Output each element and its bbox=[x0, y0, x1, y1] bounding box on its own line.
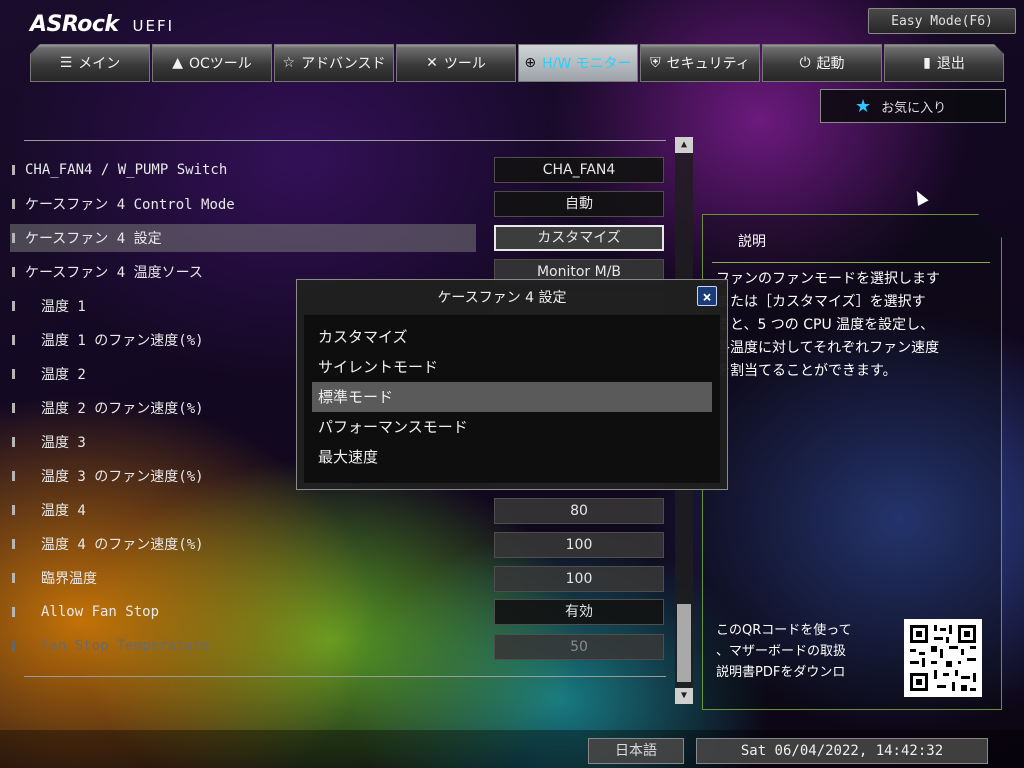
row-marker bbox=[12, 539, 15, 549]
tools-icon: ✕ bbox=[426, 55, 438, 71]
scroll-up-icon[interactable]: ▲ bbox=[675, 137, 693, 153]
setting-value-field[interactable]: 100 bbox=[494, 566, 664, 592]
row-marker bbox=[12, 573, 15, 583]
setting-value-button[interactable]: CHA_FAN4 bbox=[494, 157, 664, 183]
asrock-logo: ASRock UEFI bbox=[30, 12, 174, 37]
setting-label: 温度 1 のファン速度(%) bbox=[41, 333, 204, 349]
row-marker bbox=[12, 233, 15, 243]
rocket-icon: ▲ bbox=[172, 55, 183, 71]
setting-label: Allow Fan Stop bbox=[41, 604, 160, 620]
star-icon: ★ bbox=[855, 95, 872, 117]
tab-label: アドバンスド bbox=[301, 56, 386, 72]
mouse-cursor-icon bbox=[911, 188, 929, 206]
setting-label: ケースファン 4 温度ソース bbox=[25, 265, 203, 281]
row-marker bbox=[12, 403, 15, 413]
brand-name: ASRock bbox=[30, 12, 119, 37]
setting-row-selected[interactable]: ケースファン 4 設定 bbox=[10, 224, 476, 252]
setting-label: ケースファン 4 Control Mode bbox=[25, 197, 235, 213]
power-icon: ⏻ bbox=[799, 55, 811, 71]
star-outline-icon: ☆ bbox=[282, 55, 296, 71]
favorites-button[interactable]: ★ お気に入り bbox=[820, 89, 1006, 123]
target-icon: ⊕ bbox=[524, 55, 537, 71]
favorites-label: お気に入り bbox=[881, 100, 947, 116]
list-top-divider bbox=[24, 140, 666, 141]
row-marker bbox=[12, 301, 15, 311]
easy-mode-button[interactable]: Easy Mode(F6) bbox=[868, 8, 1016, 34]
setting-label: 温度 1 bbox=[41, 299, 86, 315]
row-marker bbox=[12, 199, 15, 209]
tab-exit[interactable]: ▮ 退出 bbox=[884, 44, 1004, 82]
setting-value-field[interactable]: 100 bbox=[494, 532, 664, 558]
tab-label: 起動 bbox=[816, 56, 845, 72]
datetime-display: Sat 06/04/2022, 14:42:32 bbox=[696, 738, 988, 764]
scroll-down-icon[interactable]: ▼ bbox=[675, 688, 693, 704]
row-marker bbox=[12, 335, 15, 345]
tab-main[interactable]: ☰ メイン bbox=[30, 44, 150, 82]
tab-label: セキュリティ bbox=[666, 56, 750, 72]
description-text: ファンのファンモードを選択します または［カスタマイズ］を選択す ると、5 つの… bbox=[716, 271, 940, 379]
setting-value-button[interactable]: 有効 bbox=[494, 599, 664, 625]
tab-security[interactable]: ⛨ セキュリティ bbox=[640, 44, 760, 82]
setting-row-disabled: Fan Stop Temperature bbox=[10, 632, 476, 660]
row-marker bbox=[12, 369, 15, 379]
tab-label: OCツール bbox=[188, 56, 252, 72]
list-icon: ☰ bbox=[59, 55, 73, 71]
setting-value-field-disabled: 50 bbox=[494, 634, 664, 660]
setting-value-button[interactable]: 自動 bbox=[494, 191, 664, 217]
row-marker bbox=[12, 505, 15, 515]
exit-door-icon: ▮ bbox=[923, 55, 931, 71]
popup-option[interactable]: パフォーマンスモード bbox=[312, 412, 712, 442]
row-marker bbox=[12, 471, 15, 481]
qr-code-icon bbox=[904, 619, 982, 697]
tab-label: ツール bbox=[443, 56, 486, 72]
setting-label: 温度 3 のファン速度(%) bbox=[41, 469, 204, 485]
setting-row[interactable]: Allow Fan Stop bbox=[10, 598, 476, 626]
tab-hw-monitor[interactable]: ⊕ H/W モニター bbox=[518, 44, 638, 82]
setting-label: 温度 2 のファン速度(%) bbox=[41, 401, 204, 417]
description-divider bbox=[712, 262, 990, 263]
setting-label: CHA_FAN4 / W_PUMP Switch bbox=[25, 162, 228, 178]
description-title: 説明 bbox=[738, 234, 766, 250]
close-icon[interactable]: × bbox=[697, 286, 717, 306]
shield-icon: ⛨ bbox=[650, 55, 661, 71]
setting-row[interactable]: 温度 4 のファン速度(%) bbox=[10, 530, 476, 558]
setting-label: Fan Stop Temperature bbox=[41, 638, 210, 654]
tab-oc-tweaker[interactable]: ▲ OCツール bbox=[152, 44, 272, 82]
tab-advanced[interactable]: ☆ アドバンスド bbox=[274, 44, 394, 82]
popup-option-highlighted[interactable]: 標準モード bbox=[312, 382, 712, 412]
tab-label: メイン bbox=[78, 56, 121, 72]
tab-boot[interactable]: ⏻ 起動 bbox=[762, 44, 882, 82]
setting-label: 臨界温度 bbox=[41, 571, 97, 587]
setting-label: 温度 3 bbox=[41, 435, 86, 451]
row-marker bbox=[12, 267, 15, 277]
setting-label: 温度 4 のファン速度(%) bbox=[41, 537, 204, 553]
language-button[interactable]: 日本語 bbox=[588, 738, 684, 764]
scrollbar-thumb[interactable] bbox=[677, 604, 691, 682]
setting-row[interactable]: ケースファン 4 Control Mode bbox=[10, 190, 476, 218]
popup-option[interactable]: カスタマイズ bbox=[312, 322, 712, 352]
setting-label: 温度 2 bbox=[41, 367, 86, 383]
popup-title: ケースファン 4 設定 bbox=[437, 290, 567, 306]
setting-row[interactable]: CHA_FAN4 / W_PUMP Switch bbox=[10, 156, 476, 184]
tab-label: H/W モニター bbox=[542, 56, 632, 72]
setting-value-button-selected[interactable]: カスタマイズ bbox=[494, 225, 664, 251]
setting-label: 温度 4 bbox=[41, 503, 86, 519]
setting-value-field[interactable]: 80 bbox=[494, 498, 664, 524]
row-marker bbox=[12, 437, 15, 447]
row-marker bbox=[12, 641, 15, 651]
main-tab-bar: ☰ メイン ▲ OCツール ☆ アドバンスド ✕ ツール ⊕ H/W モニター ⛨ セキュリ… bbox=[30, 44, 1004, 82]
setting-row[interactable]: 温度 4 bbox=[10, 496, 476, 524]
tab-label: 退出 bbox=[936, 56, 965, 72]
popup-option[interactable]: 最大速度 bbox=[312, 442, 712, 472]
row-marker bbox=[12, 165, 15, 175]
row-marker bbox=[12, 607, 15, 617]
uefi-label: UEFI bbox=[132, 17, 175, 35]
popup-option[interactable]: サイレントモード bbox=[312, 352, 712, 382]
list-bottom-divider bbox=[24, 676, 666, 677]
tab-tool[interactable]: ✕ ツール bbox=[396, 44, 516, 82]
setting-label: ケースファン 4 設定 bbox=[25, 231, 162, 247]
setting-row[interactable]: 臨界温度 bbox=[10, 564, 476, 592]
qr-code-caption: このQRコードを使って 、マザーボードの取扱 説明書PDFをダウンロ bbox=[716, 623, 852, 680]
